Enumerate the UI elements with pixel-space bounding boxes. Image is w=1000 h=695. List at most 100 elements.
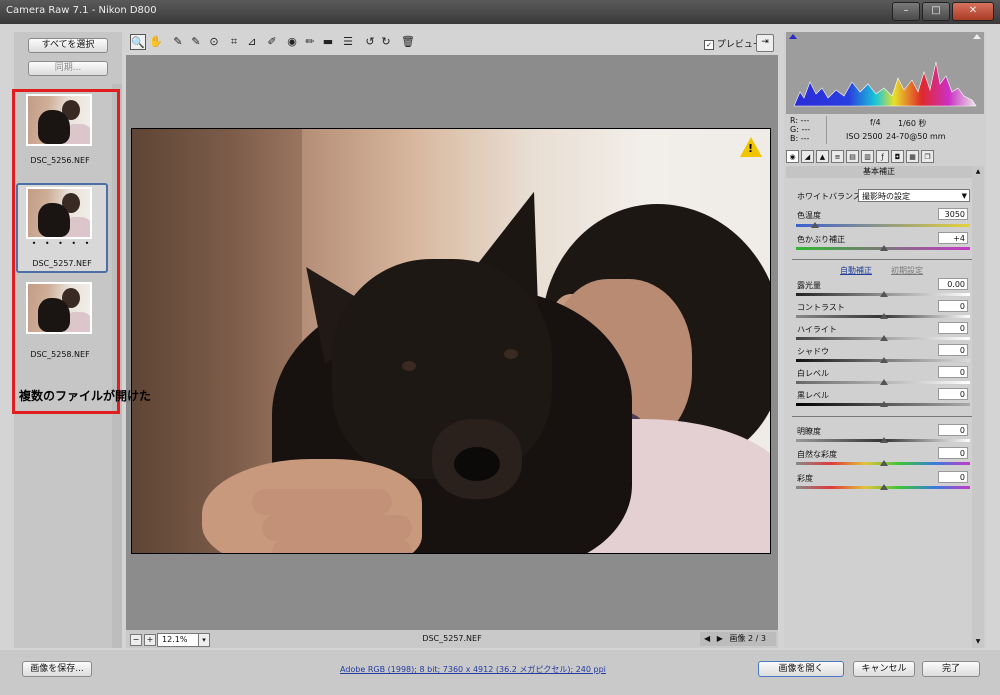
saturation-label: 彩度 — [797, 474, 813, 483]
rotate-cw-icon[interactable]: ↻ — [378, 34, 394, 50]
whites-knob[interactable] — [880, 379, 888, 385]
select-all-button[interactable]: すべてを選択 — [28, 38, 108, 53]
histogram — [786, 32, 984, 114]
shadows-value[interactable]: 0 — [938, 344, 968, 356]
fullscreen-icon[interactable]: ⇥ — [756, 34, 774, 52]
tint-knob[interactable] — [880, 245, 888, 251]
contrast-value[interactable]: 0 — [938, 300, 968, 312]
tab-presets[interactable]: ▦ — [906, 150, 919, 163]
clarity-knob[interactable] — [880, 437, 888, 443]
tab-detail[interactable]: ▲ — [816, 150, 829, 163]
window-controls: – □ ✕ — [892, 2, 994, 21]
saturation-knob[interactable] — [880, 484, 888, 490]
vibrance-label: 自然な彩度 — [797, 450, 837, 459]
open-image-button[interactable]: 画像を開く — [758, 661, 844, 677]
zoom-in-button[interactable]: + — [144, 634, 156, 646]
graduated-filter-icon[interactable]: ▬ — [320, 34, 336, 50]
clarity-value[interactable]: 0 — [938, 424, 968, 436]
red-eye-icon[interactable]: ◉ — [284, 34, 300, 50]
blacks-knob[interactable] — [880, 401, 888, 407]
highlights-value[interactable]: 0 — [938, 322, 968, 334]
image-navigator: ◀ ▶ 画像 2 / 3 — [700, 632, 776, 646]
minimize-button[interactable]: – — [892, 2, 920, 21]
histogram-graph — [793, 61, 977, 107]
panel-scrollbar[interactable]: ▲ ▼ — [972, 166, 984, 648]
zoom-out-button[interactable]: − — [130, 634, 142, 646]
shadows-label: シャドウ — [797, 347, 829, 356]
highlights-label: ハイライト — [797, 325, 837, 334]
rotate-ccw-icon[interactable]: ↺ — [362, 34, 378, 50]
target-adjust-icon[interactable]: ⊙ — [206, 34, 222, 50]
save-image-button[interactable]: 画像を保存... — [22, 661, 92, 677]
preview-photo[interactable] — [131, 128, 771, 554]
straighten-icon[interactable]: ⊿ — [244, 34, 260, 50]
whites-label: 白レベル — [797, 369, 829, 378]
color-sampler-icon[interactable]: ✎ — [188, 34, 204, 50]
sync-button[interactable]: 同期... — [28, 61, 108, 76]
shadows-knob[interactable] — [880, 357, 888, 363]
tab-hsl[interactable]: ≡ — [831, 150, 844, 163]
scroll-down-icon[interactable]: ▼ — [974, 638, 982, 646]
annotation-box — [12, 89, 120, 414]
current-filename: DSC_5257.NEF — [422, 634, 482, 643]
trash-icon[interactable]: 🗑 — [400, 34, 416, 50]
adjustment-brush-icon[interactable]: ✏ — [302, 34, 318, 50]
default-link[interactable]: 初期設定 — [891, 265, 923, 276]
temperature-label: 色温度 — [797, 211, 821, 220]
preview-checkbox[interactable]: ✓ — [704, 39, 714, 50]
preview-toggle[interactable]: ✓ プレビュー — [704, 37, 762, 50]
white-balance-icon[interactable]: ✎ — [170, 34, 186, 50]
maximize-button[interactable]: □ — [922, 2, 950, 21]
exposure-knob[interactable] — [880, 291, 888, 297]
prev-image-button[interactable]: ◀ — [704, 634, 710, 643]
tint-label: 色かぶり補正 — [797, 235, 845, 244]
contrast-knob[interactable] — [880, 313, 888, 319]
exposure-value[interactable]: 0.00 — [938, 278, 968, 290]
tab-snapshots[interactable]: ❐ — [921, 150, 934, 163]
spot-removal-icon[interactable]: ✐ — [264, 34, 280, 50]
highlight-clip-toggle[interactable] — [973, 34, 981, 39]
image-count: 画像 2 / 3 — [729, 634, 766, 643]
temperature-value[interactable]: 3050 — [938, 208, 968, 220]
blue-readout: B: --- — [790, 134, 810, 143]
whites-value[interactable]: 0 — [938, 366, 968, 378]
tab-basic[interactable]: ◉ — [786, 150, 799, 163]
chevron-down-icon[interactable]: ▾ — [198, 633, 210, 647]
tab-camera-calibration[interactable]: ◘ — [891, 150, 904, 163]
white-balance-value: 撮影時の設定 — [862, 192, 910, 201]
next-image-button[interactable]: ▶ — [717, 634, 723, 643]
tab-effects[interactable]: ƒ — [876, 150, 889, 163]
cancel-button[interactable]: キャンセル — [853, 661, 915, 677]
exposure-label: 露光量 — [797, 281, 821, 290]
highlights-knob[interactable] — [880, 335, 888, 341]
tint-value[interactable]: +4 — [938, 232, 968, 244]
annotation-text: 複数のファイルが開けた — [19, 389, 152, 403]
divider — [792, 259, 972, 260]
saturation-value[interactable]: 0 — [938, 471, 968, 483]
auto-link[interactable]: 自動補正 — [840, 265, 872, 276]
shadow-clip-toggle[interactable] — [789, 34, 797, 39]
vibrance-knob[interactable] — [880, 460, 888, 466]
close-button[interactable]: ✕ — [952, 2, 994, 21]
white-balance-select[interactable]: 撮影時の設定 ▼ — [858, 189, 970, 202]
tab-tone-curve[interactable]: ◢ — [801, 150, 814, 163]
vibrance-value[interactable]: 0 — [938, 447, 968, 459]
green-readout: G: --- — [790, 125, 811, 134]
temperature-slider[interactable] — [796, 224, 970, 227]
done-button[interactable]: 完了 — [922, 661, 980, 677]
crop-icon[interactable]: ⌗ — [226, 34, 242, 50]
workflow-options-link[interactable]: Adobe RGB (1998); 8 bit; 7360 x 4912 (36… — [340, 664, 606, 675]
tab-split-toning[interactable]: ▤ — [846, 150, 859, 163]
shutter-speed: 1/60 秒 — [898, 119, 927, 128]
red-readout: R: --- — [790, 116, 810, 125]
blacks-value[interactable]: 0 — [938, 388, 968, 400]
temperature-knob[interactable] — [811, 222, 819, 228]
preferences-icon[interactable]: ☰ — [340, 34, 356, 50]
hand-icon[interactable]: ✋ — [148, 34, 164, 50]
blacks-label: 黒レベル — [797, 391, 829, 400]
title-bar: Camera Raw 7.1 - Nikon D800 – □ ✕ — [0, 0, 1000, 24]
zoom-level[interactable]: 12.1% — [157, 633, 201, 647]
zoom-icon[interactable]: 🔍 — [130, 34, 146, 50]
scroll-up-icon[interactable]: ▲ — [974, 168, 982, 176]
tab-lens[interactable]: ▥ — [861, 150, 874, 163]
